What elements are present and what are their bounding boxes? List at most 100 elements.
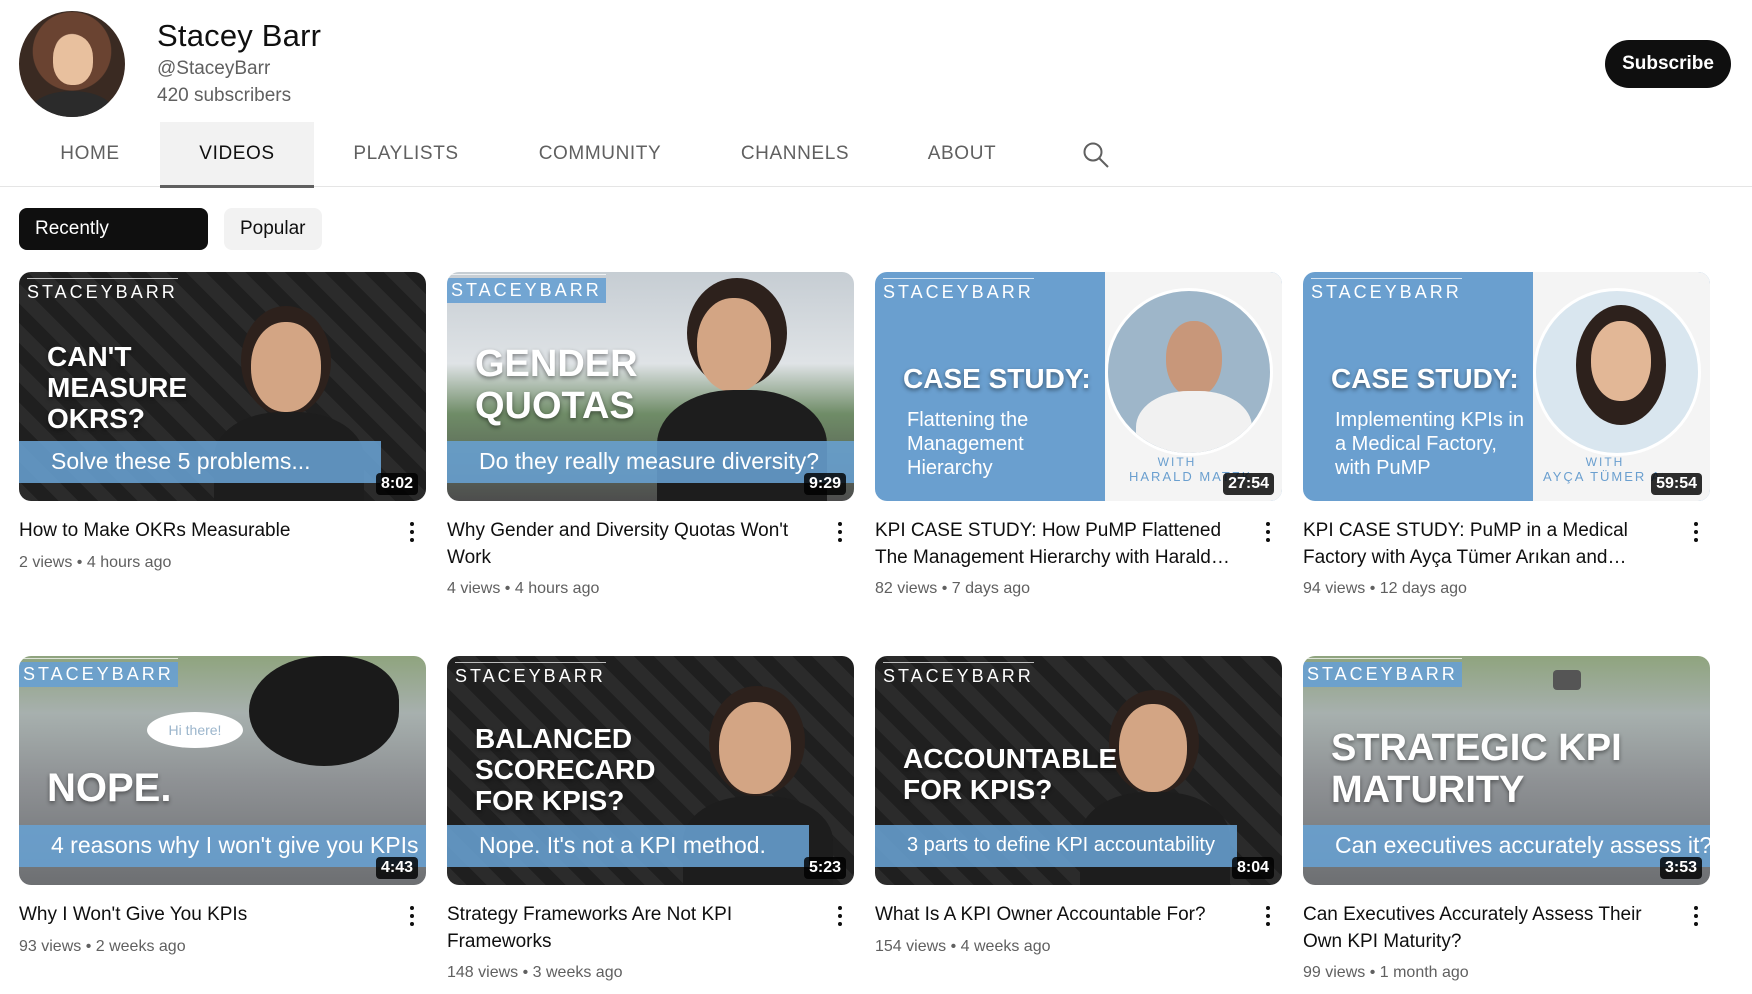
thumbnail-banner: Can executives accurately assess it? xyxy=(1303,825,1710,867)
video-title[interactable]: KPI CASE STUDY: PuMP in a Medical Factor… xyxy=(1303,517,1663,571)
thumbnail-brand: STACEYBARR xyxy=(883,662,1034,686)
tab-channels[interactable]: CHANNELS xyxy=(722,122,868,187)
video-title[interactable]: Strategy Frameworks Are Not KPI Framewor… xyxy=(447,901,807,955)
thumbnail-headline: STRATEGIC KPI MATURITY xyxy=(1331,727,1622,811)
upload-age: 4 weeks ago xyxy=(960,938,1051,955)
video-duration: 5:23 xyxy=(803,857,846,879)
thumbnail-brand: STACEYBARR xyxy=(19,658,178,687)
video-duration: 3:53 xyxy=(1659,857,1702,879)
thumbnail-brand: STACEYBARR xyxy=(1303,658,1462,687)
view-count: 93 views xyxy=(19,938,82,955)
thumbnail-with-label: WITH xyxy=(1157,455,1197,469)
video-duration: 8:04 xyxy=(1231,857,1274,879)
thumbnail-banner: 4 reasons why I won't give you KPIs xyxy=(19,825,426,867)
video-duration: 9:29 xyxy=(803,473,846,495)
subscriber-count: 420 subscribers xyxy=(157,85,292,106)
video-thumbnail[interactable]: STACEYBARR STRATEGIC KPI MATURITY Can ex… xyxy=(1303,656,1710,885)
thumbnail-subline: Implementing KPIs in a Medical Factory, … xyxy=(1335,409,1524,479)
thumbnail-brand: STACEYBARR xyxy=(1311,278,1462,302)
tab-home[interactable]: HOME xyxy=(28,122,152,187)
more-actions-icon[interactable] xyxy=(1265,906,1271,928)
video-thumbnail[interactable]: STACEYBARR BALANCED SCORECARD FOR KPIs? … xyxy=(447,656,854,885)
thumbnail-brand: STACEYBARR xyxy=(883,278,1034,302)
more-actions-icon[interactable] xyxy=(409,522,415,544)
subscribe-button[interactable]: Subscribe xyxy=(1605,40,1731,88)
guest-photo xyxy=(1105,288,1273,456)
avatar-shoulders xyxy=(31,91,113,117)
video-thumbnail[interactable]: STACEYBARR CASE STUDY: Implementing KPIs… xyxy=(1303,272,1710,501)
thumbnail-headline: GENDER QUOTAS xyxy=(475,343,638,427)
tab-about[interactable]: ABOUT xyxy=(912,122,1012,187)
thumbnail-banner: Nope. It's not a KPI method. xyxy=(447,825,809,867)
channel-header: Stacey Barr @StaceyBarr 420 subscribers … xyxy=(0,0,1752,122)
tab-community[interactable]: COMMUNITY xyxy=(520,122,680,187)
chip-popular[interactable]: Popular xyxy=(224,208,322,250)
video-meta: 99 views • 1 month ago xyxy=(1303,964,1469,981)
guest-photo xyxy=(1533,288,1701,456)
upload-age: 1 month ago xyxy=(1379,964,1469,981)
video-meta: 2 views • 4 hours ago xyxy=(19,554,172,571)
search-icon[interactable] xyxy=(1082,141,1110,169)
video-meta: 82 views • 7 days ago xyxy=(875,580,1031,597)
video-title[interactable]: How to Make OKRs Measurable xyxy=(19,517,379,544)
video-thumbnail[interactable]: STACEYBARR GENDER QUOTAS Do they really … xyxy=(447,272,854,501)
speech-bubble: Hi there! xyxy=(147,712,243,748)
thumbnail-headline: CASE STUDY: xyxy=(1331,363,1519,394)
thumbnail-brand: STACEYBARR xyxy=(455,662,606,686)
thumbnail-with-label: WITH xyxy=(1585,455,1625,469)
thumbnail-banner: Solve these 5 problems... xyxy=(19,441,381,483)
upload-age: 4 hours ago xyxy=(86,554,172,571)
video-meta: 94 views • 12 days ago xyxy=(1303,580,1467,597)
video-title[interactable]: KPI CASE STUDY: How PuMP Flattened The M… xyxy=(875,517,1235,571)
tab-videos[interactable]: VIDEOS xyxy=(160,122,314,188)
view-count: 154 views xyxy=(875,938,947,955)
view-count: 99 views xyxy=(1303,964,1366,981)
upload-age: 4 hours ago xyxy=(514,580,600,597)
upload-age: 2 weeks ago xyxy=(95,938,186,955)
video-meta: 93 views • 2 weeks ago xyxy=(19,938,186,955)
thumbnail-brand: STACEYBARR xyxy=(447,274,606,303)
tab-playlists[interactable]: PLAYLISTS xyxy=(338,122,474,187)
view-count: 148 views xyxy=(447,964,519,981)
upload-age: 7 days ago xyxy=(951,580,1031,597)
view-count: 82 views xyxy=(875,580,938,597)
channel-avatar[interactable] xyxy=(19,11,125,117)
avatar-face xyxy=(53,35,93,85)
video-duration: 27:54 xyxy=(1223,473,1274,495)
channel-handle: @StaceyBarr xyxy=(157,58,271,79)
thumbnail-headline: CAN'T MEASURE OKRs? xyxy=(47,341,188,434)
more-actions-icon[interactable] xyxy=(837,522,843,544)
more-actions-icon[interactable] xyxy=(1265,522,1271,544)
more-actions-icon[interactable] xyxy=(1693,522,1699,544)
more-actions-icon[interactable] xyxy=(837,906,843,928)
video-title[interactable]: Can Executives Accurately Assess Their O… xyxy=(1303,901,1663,955)
thumbnail-subline: Flattening the Management Hierarchy xyxy=(907,409,1029,479)
thumbnail-guest: AYÇA TÜMER ARIKAN xyxy=(1543,469,1663,484)
video-thumbnail[interactable]: STACEYBARR CAN'T MEASURE OKRs? Solve the… xyxy=(19,272,426,501)
video-duration: 4:43 xyxy=(375,857,418,879)
car-image xyxy=(1553,670,1581,690)
video-thumbnail[interactable]: STACEYBARR CASE STUDY: Flattening the Ma… xyxy=(875,272,1282,501)
video-title[interactable]: What Is A KPI Owner Accountable For? xyxy=(875,901,1235,928)
channel-tabs: HOME VIDEOS PLAYLISTS COMMUNITY CHANNELS… xyxy=(0,122,1752,188)
video-meta: 148 views • 3 weeks ago xyxy=(447,964,623,981)
view-count: 4 views xyxy=(447,580,501,597)
video-title[interactable]: Why I Won't Give You KPIs xyxy=(19,901,379,928)
thumbnail-headline: CASE STUDY: xyxy=(903,363,1091,394)
thumbnail-headline: ACCOUNTABLE FOR KPIs? xyxy=(903,743,1118,805)
more-actions-icon[interactable] xyxy=(409,906,415,928)
upload-age: 3 weeks ago xyxy=(532,964,623,981)
view-count: 2 views xyxy=(19,554,73,571)
thumbnail-headline: BALANCED SCORECARD FOR KPIs? xyxy=(475,723,656,816)
video-title[interactable]: Why Gender and Diversity Quotas Won't Wo… xyxy=(447,517,807,571)
more-actions-icon[interactable] xyxy=(1693,906,1699,928)
video-meta: 4 views • 4 hours ago xyxy=(447,580,600,597)
thumbnail-headline: NOPE. xyxy=(47,766,172,810)
video-meta: 154 views • 4 weeks ago xyxy=(875,938,1051,955)
video-thumbnail[interactable]: STACEYBARR ACCOUNTABLE FOR KPIs? 3 parts… xyxy=(875,656,1282,885)
thumbnail-banner: 3 parts to define KPI accountability xyxy=(875,825,1237,867)
mirror-image xyxy=(249,656,399,766)
video-duration: 59:54 xyxy=(1651,473,1702,495)
chip-recently-uploaded[interactable]: Recently uploaded xyxy=(19,208,208,281)
video-thumbnail[interactable]: Hi there! STACEYBARR NOPE. 4 reasons why… xyxy=(19,656,426,885)
